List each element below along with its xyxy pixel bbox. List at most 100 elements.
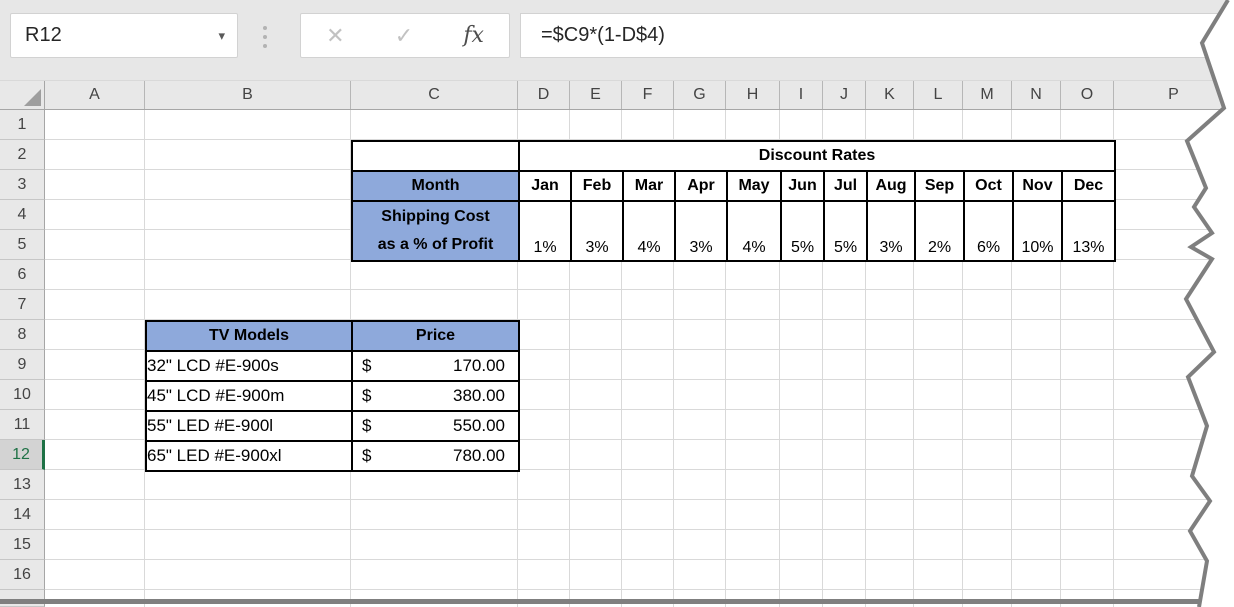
row-header-8[interactable]: 8: [0, 320, 45, 350]
rate-cell-may[interactable]: 4%: [727, 201, 781, 261]
rate-cell-sep[interactable]: 2%: [915, 201, 964, 261]
price-cell-1[interactable]: $170.00: [352, 351, 519, 381]
month-cell-dec[interactable]: Dec: [1062, 171, 1115, 201]
discount-rates-title[interactable]: Discount Rates: [519, 141, 1115, 171]
rate-cell-mar[interactable]: 4%: [623, 201, 675, 261]
row-header-3[interactable]: 3: [0, 170, 45, 200]
select-all-icon: [24, 89, 41, 106]
column-header-o[interactable]: O: [1061, 81, 1114, 109]
month-cell-nov[interactable]: Nov: [1013, 171, 1062, 201]
name-box-value: R12: [25, 14, 62, 57]
rate-cell-aug[interactable]: 3%: [867, 201, 915, 261]
rate-cell-jun[interactable]: 5%: [781, 201, 824, 261]
tv-model-cell-3[interactable]: 55" LED #E-900l: [146, 411, 352, 441]
insert-function-icon[interactable]: fx: [463, 23, 484, 48]
rate-cell-dec[interactable]: 13%: [1062, 201, 1115, 261]
formula-text: =$C9*(1-D$4): [541, 14, 665, 57]
row-header-7[interactable]: 7: [0, 290, 45, 320]
row-header-2[interactable]: 2: [0, 140, 45, 170]
row-header-11[interactable]: 11: [0, 410, 45, 440]
row-header-16[interactable]: 16: [0, 560, 45, 590]
row-header-1[interactable]: 1: [0, 110, 45, 140]
currency-symbol: $: [362, 416, 371, 436]
price-amount: 550.00: [453, 416, 505, 436]
column-header-f[interactable]: F: [622, 81, 674, 109]
month-cell-jul[interactable]: Jul: [824, 171, 867, 201]
price-amount: 170.00: [453, 356, 505, 376]
row-header-15[interactable]: 15: [0, 530, 45, 560]
column-header-b[interactable]: B: [145, 81, 351, 109]
month-cell-apr[interactable]: Apr: [675, 171, 727, 201]
grid-column-p: [1114, 110, 1234, 607]
cancel-icon[interactable]: ✕: [326, 23, 344, 49]
tv-models-table: TV Models Price 32" LCD #E-900s $170.00 …: [145, 320, 520, 472]
select-all-button[interactable]: [0, 81, 45, 109]
price-amount: 780.00: [453, 446, 505, 466]
shipping-label-line1: Shipping Cost: [353, 203, 518, 231]
name-box[interactable]: R12 ▾: [10, 13, 238, 58]
formula-bar-resize-handle[interactable]: [263, 26, 267, 48]
row-header-9[interactable]: 9: [0, 350, 45, 380]
row-header-14[interactable]: 14: [0, 500, 45, 530]
rate-cell-nov[interactable]: 10%: [1013, 201, 1062, 261]
row-header-10[interactable]: 10: [0, 380, 45, 410]
tv-model-cell-1[interactable]: 32" LCD #E-900s: [146, 351, 352, 381]
rate-cell-feb[interactable]: 3%: [571, 201, 623, 261]
bottom-edge-bar: [0, 599, 1234, 604]
month-cell-sep[interactable]: Sep: [915, 171, 964, 201]
rate-cell-jul[interactable]: 5%: [824, 201, 867, 261]
discount-rates-table: Discount Rates Month Jan Feb Mar Apr May…: [351, 140, 1116, 262]
column-header-g[interactable]: G: [674, 81, 726, 109]
column-header-a[interactable]: A: [45, 81, 145, 109]
price-header[interactable]: Price: [352, 321, 519, 351]
cell-c2-empty[interactable]: [352, 141, 519, 171]
rate-cell-jan[interactable]: 1%: [519, 201, 571, 261]
row-headers: 1 2 3 4 5 6 7 8 9 10 11 12 13 14 15 16: [0, 110, 45, 607]
formula-bar-input[interactable]: =$C9*(1-D$4): [520, 13, 1234, 58]
formula-bar-chrome: R12 ▾ ✕ ✓ fx =$C9*(1-D$4): [0, 0, 1234, 80]
price-cell-3[interactable]: $550.00: [352, 411, 519, 441]
column-header-m[interactable]: M: [963, 81, 1012, 109]
column-header-n[interactable]: N: [1012, 81, 1061, 109]
shipping-label-line2: as a % of Profit: [353, 231, 518, 259]
row-header-5[interactable]: 5: [0, 230, 45, 260]
grid-column-a: [45, 110, 145, 607]
rate-cell-oct[interactable]: 6%: [964, 201, 1013, 261]
tv-model-cell-4[interactable]: 65" LED #E-900xl: [146, 441, 352, 471]
name-box-dropdown-icon[interactable]: ▾: [218, 14, 225, 57]
month-cell-may[interactable]: May: [727, 171, 781, 201]
enter-icon[interactable]: ✓: [395, 23, 413, 49]
month-cell-mar[interactable]: Mar: [623, 171, 675, 201]
row-header-4[interactable]: 4: [0, 200, 45, 230]
price-amount: 380.00: [453, 386, 505, 406]
month-cell-jan[interactable]: Jan: [519, 171, 571, 201]
shipping-cost-label-cell[interactable]: Shipping Cost as a % of Profit: [352, 201, 519, 261]
column-header-h[interactable]: H: [726, 81, 780, 109]
month-cell-jun[interactable]: Jun: [781, 171, 824, 201]
currency-symbol: $: [362, 356, 371, 376]
price-cell-4[interactable]: $780.00: [352, 441, 519, 471]
rate-cell-apr[interactable]: 3%: [675, 201, 727, 261]
month-cell-aug[interactable]: Aug: [867, 171, 915, 201]
column-header-e[interactable]: E: [570, 81, 622, 109]
excel-window: R12 ▾ ✕ ✓ fx =$C9*(1-D$4) A B C D E F G …: [0, 0, 1234, 607]
tv-model-cell-2[interactable]: 45" LCD #E-900m: [146, 381, 352, 411]
column-header-j[interactable]: J: [823, 81, 866, 109]
column-header-l[interactable]: L: [914, 81, 963, 109]
price-cell-2[interactable]: $380.00: [352, 381, 519, 411]
month-cell-oct[interactable]: Oct: [964, 171, 1013, 201]
month-cell-feb[interactable]: Feb: [571, 171, 623, 201]
row-header-6[interactable]: 6: [0, 260, 45, 290]
column-header-p[interactable]: P: [1114, 81, 1234, 109]
column-headers: A B C D E F G H I J K L M N O P: [0, 80, 1234, 110]
month-label-cell[interactable]: Month: [352, 171, 519, 201]
column-header-c[interactable]: C: [351, 81, 518, 109]
currency-symbol: $: [362, 386, 371, 406]
tv-models-header[interactable]: TV Models: [146, 321, 352, 351]
column-header-i[interactable]: I: [780, 81, 823, 109]
currency-symbol: $: [362, 446, 371, 466]
column-header-k[interactable]: K: [866, 81, 914, 109]
column-header-d[interactable]: D: [518, 81, 570, 109]
row-header-13[interactable]: 13: [0, 470, 45, 500]
row-header-12-selected[interactable]: 12: [0, 440, 45, 470]
